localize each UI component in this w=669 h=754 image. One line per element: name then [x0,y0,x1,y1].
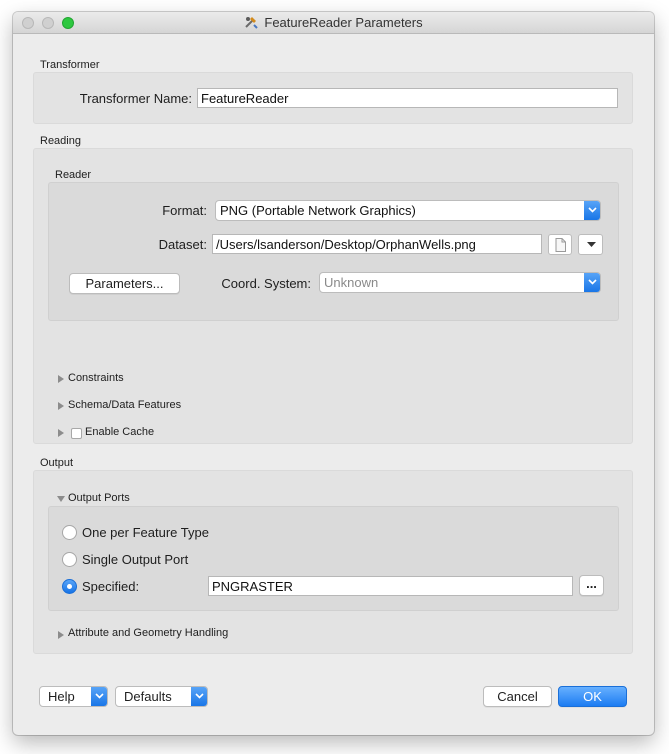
output-section-label: Output [40,457,74,469]
dataset-label: Dataset: [158,237,207,252]
chevron-down-icon[interactable] [91,687,107,706]
browse-file-button[interactable] [548,234,572,255]
specified-radio[interactable] [62,579,77,594]
dataset-options-button[interactable] [578,234,603,255]
expand-attribute-geometry-icon[interactable] [58,631,64,639]
expand-constraints-icon[interactable] [58,375,64,383]
constraints-toggle[interactable]: Constraints [68,372,124,384]
help-button-label: Help [48,689,75,704]
specified-label: Specified: [82,579,140,594]
reading-group: Reader Format: PNG (Portable Network Gra… [33,148,633,444]
reading-section-label: Reading [40,135,81,147]
expand-schema-icon[interactable] [58,402,64,410]
chevron-down-icon [584,201,600,220]
ok-button[interactable]: OK [558,686,627,707]
specified-ports-input[interactable] [208,576,573,596]
chevron-down-icon[interactable] [191,687,207,706]
enable-cache-label: Enable Cache [85,426,155,438]
reader-group: Format: PNG (Portable Network Graphics) … [48,182,619,321]
output-group: Output Ports One per Feature Type Single… [33,470,633,654]
one-per-feature-type-label: One per Feature Type [82,525,209,540]
dataset-input[interactable] [212,234,542,254]
single-output-port-radio[interactable] [62,552,77,567]
transformer-group: Transformer Name: [33,72,633,124]
format-label: Format: [162,203,207,218]
dialog-window: FeatureReader Parameters Transformer Tra… [13,12,654,735]
single-output-port-label: Single Output Port [82,552,189,567]
caret-down-icon [587,242,596,247]
cancel-button[interactable]: Cancel [483,686,552,707]
title-bar: FeatureReader Parameters [13,12,654,34]
expand-cache-icon[interactable] [58,429,64,437]
collapse-output-ports-icon[interactable] [57,496,65,502]
format-select[interactable]: PNG (Portable Network Graphics) [215,200,601,221]
parameters-button[interactable]: Parameters... [69,273,180,294]
document-icon [555,238,566,252]
window-title-wrap: FeatureReader Parameters [13,15,654,30]
window-title: FeatureReader Parameters [264,15,423,30]
transformer-section-label: Transformer [40,59,100,71]
defaults-button[interactable]: Defaults [115,686,208,707]
schema-features-toggle[interactable]: Schema/Data Features [68,399,181,411]
enable-cache-checkbox[interactable] [71,428,82,439]
defaults-button-label: Defaults [124,689,172,704]
transformer-name-label: Transformer Name: [79,91,192,106]
reader-section-label: Reader [55,169,92,181]
one-per-feature-type-radio[interactable] [62,525,77,540]
output-ports-group: One per Feature Type Single Output Port … [48,506,619,611]
coord-system-value: Unknown [324,275,379,290]
chevron-down-icon [584,273,600,292]
transformer-tools-icon [244,15,259,29]
coord-system-select[interactable]: Unknown [319,272,601,293]
coord-system-label: Coord. System: [221,276,311,291]
edit-ports-button[interactable]: ... [579,575,604,596]
format-select-value: PNG (Portable Network Graphics) [220,203,416,218]
output-ports-toggle[interactable]: Output Ports [68,492,130,504]
attribute-geometry-toggle[interactable]: Attribute and Geometry Handling [68,627,228,639]
help-button[interactable]: Help [39,686,108,707]
transformer-name-input[interactable] [197,88,618,108]
